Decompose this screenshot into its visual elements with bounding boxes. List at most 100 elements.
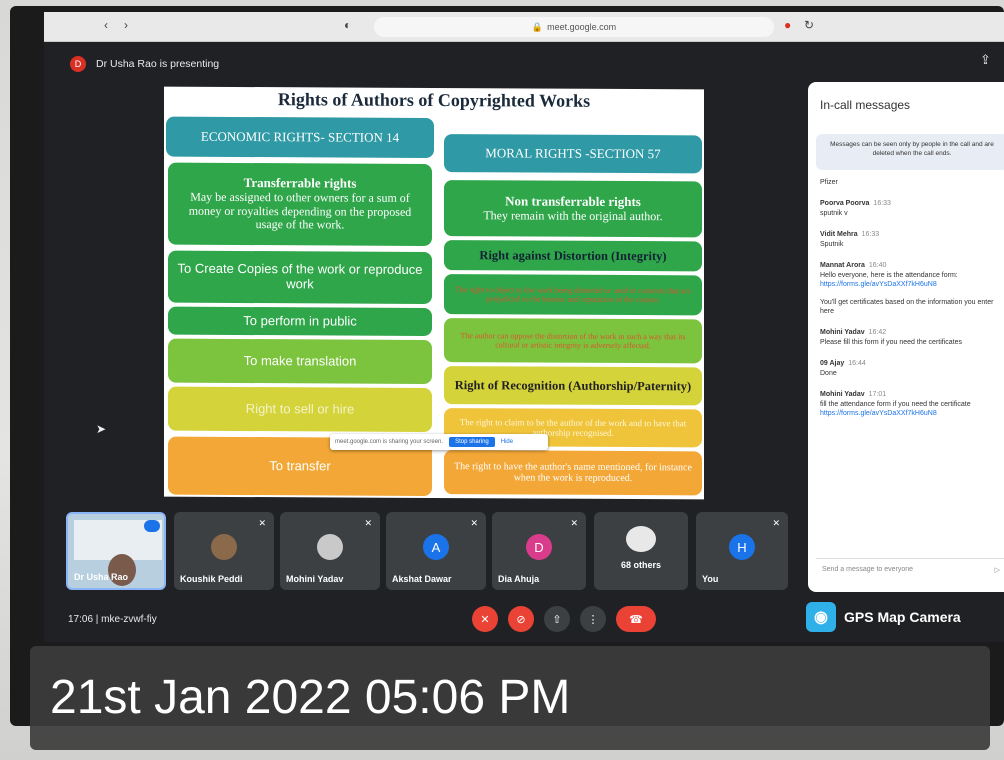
in-call-messages-panel: In-call messages Messages can be seen on…: [808, 82, 1004, 592]
list-item: 09 Ajay 16:44 Done: [820, 359, 1004, 378]
presenter-avatar: D: [70, 56, 86, 72]
avatar: D: [526, 534, 552, 560]
transferable-body: May be assigned to other owners for a su…: [188, 189, 412, 232]
meeting-info: 17:06 | mke-zvwf-fiy: [68, 614, 157, 625]
list-item: Vidit Mehra 16:33 Sputnik: [820, 230, 1004, 249]
message-text: fill the attendance form if you need the…: [820, 400, 971, 408]
message-time: 16:40: [868, 262, 887, 270]
avatar: H: [729, 534, 755, 560]
transferable-title: Transferrable rights: [243, 174, 357, 191]
screen: ‹ › ◐ 🔒 meet.google.com ● ↻ D Dr Usha Ra…: [44, 12, 1004, 642]
tile-name: Akshat Dawar: [392, 574, 452, 584]
list-item: Mohini Yadav 17:01 fill the attendance fo…: [820, 390, 1004, 418]
end-call-button[interactable]: ☎: [616, 606, 656, 632]
recognition-body2-box: The right to have the author's name ment…: [444, 450, 702, 496]
messages-info-note: Messages can be seen only by people in t…: [816, 134, 1004, 170]
message-input-placeholder: Send a message to everyone: [822, 566, 914, 573]
message-text: Done: [820, 369, 837, 377]
back-icon[interactable]: ‹: [104, 18, 108, 32]
timestamp-text: 21st Jan 2022 05:06 PM: [50, 671, 571, 724]
participant-tile[interactable]: ✕ D Dia Ahuja: [492, 512, 586, 590]
panel-title: In-call messages: [820, 98, 911, 112]
presenter-tile[interactable]: Dr Usha Rao: [66, 512, 166, 590]
perform-box: To perform in public: [168, 306, 432, 336]
share-icon[interactable]: ⇪: [980, 52, 991, 68]
message-link[interactable]: https://forms.gle/avYsDaXXf7kH6uN8: [820, 280, 1004, 289]
slide-title: Rights of Authors of Copyrighted Works: [277, 89, 591, 111]
speaking-icon: [144, 520, 160, 532]
stop-sharing-button[interactable]: Stop sharing: [449, 437, 495, 447]
present-button[interactable]: ⇧: [544, 606, 570, 632]
tile-name: Mohini Yadav: [286, 574, 344, 584]
tile-name: Dia Ahuja: [498, 574, 540, 584]
participant-tile[interactable]: ✕ Koushik Peddi: [174, 512, 274, 590]
message-time: 16:44: [848, 360, 866, 368]
nontransfer-body: They remain with the original author.: [483, 207, 663, 223]
gps-camera-icon: ◉: [806, 602, 836, 632]
nontransfer-title: Non transferrable rights: [505, 192, 641, 209]
message-list[interactable]: Pfizer Poorva Poorva 16:33 sputnik v Vidi…: [820, 178, 1004, 430]
avatar: [317, 534, 343, 560]
gps-watermark: ◉ GPS Map Camera: [806, 602, 961, 632]
list-item: Pfizer: [820, 178, 1004, 187]
avatar: [211, 534, 237, 560]
mic-off-icon: ✕: [470, 518, 478, 528]
self-tile[interactable]: ✕ H You: [696, 512, 788, 590]
screen-share-notice: meet.google.com is sharing your screen. …: [330, 434, 548, 450]
reload-icon[interactable]: ↻: [804, 18, 814, 32]
message-text: Please fill this form if you need the ce…: [820, 338, 963, 346]
more-options-button[interactable]: ⋮: [580, 606, 606, 632]
avatar: A: [423, 534, 449, 560]
mouse-cursor-icon: ➤: [96, 422, 107, 436]
mic-off-icon: ✕: [258, 518, 266, 528]
translation-box: To make translation: [168, 338, 432, 384]
address-bar[interactable]: 🔒 meet.google.com: [374, 17, 774, 37]
message-sender: 09 Ajay: [820, 360, 845, 368]
send-icon[interactable]: ▷: [995, 566, 1000, 574]
tile-name: Koushik Peddi: [180, 574, 243, 584]
presenting-text: Dr Usha Rao is presenting: [96, 58, 220, 70]
economic-rights-header: ECONOMIC RIGHTS- SECTION 14: [166, 116, 434, 158]
distortion-body1: The right to object to the work being di…: [455, 284, 691, 305]
message-sender: Mohini Yadav: [820, 329, 865, 337]
message-text: Sputnik: [820, 240, 844, 248]
recording-dot-icon: ●: [784, 18, 792, 32]
message-text-extra: You'll get certificates based on the inf…: [820, 298, 994, 315]
share-notice-text: meet.google.com is sharing your screen.: [335, 439, 444, 445]
participant-tile[interactable]: ✕ Mohini Yadav: [280, 512, 380, 590]
presenting-banner: D Dr Usha Rao is presenting: [70, 56, 219, 72]
message-sender: Poorva Poorva: [820, 200, 870, 208]
shield-icon: ◐: [344, 18, 352, 32]
sell-box: Right to sell or hire: [168, 386, 432, 432]
browser-toolbar: ‹ › ◐ 🔒 meet.google.com ● ↻: [44, 12, 1004, 42]
mic-toggle-button[interactable]: ✕: [472, 606, 498, 632]
forward-icon[interactable]: ›: [124, 18, 128, 32]
message-link[interactable]: https://forms.gle/avYsDaXXf7kH6uN8: [820, 409, 1004, 418]
hide-button[interactable]: Hide: [501, 439, 513, 445]
gps-label: GPS Map Camera: [844, 609, 961, 625]
lock-icon: 🔒: [531, 21, 544, 32]
moral-rights-header: MORAL RIGHTS -SECTION 57: [444, 134, 702, 174]
message-time: 17:01: [868, 391, 887, 399]
message-sender: Mohini Yadav: [820, 391, 865, 399]
participant-tile[interactable]: ✕ A Akshat Dawar: [386, 512, 486, 590]
message-sender: Mannat Arora: [820, 262, 865, 270]
camera-toggle-button[interactable]: ⊘: [508, 606, 534, 632]
mic-off-icon: ✕: [364, 518, 372, 528]
tile-name: You: [702, 574, 719, 584]
message-input[interactable]: Send a message to everyone ▷: [816, 558, 1004, 580]
distortion-body2: The author can oppose the distortion of …: [460, 330, 686, 351]
copies-box: To Create Copies of the work or reproduc…: [168, 250, 432, 304]
message-text: sputnik v: [820, 209, 848, 217]
list-item: Mannat Arora 16:40 Hello everyone, here i…: [820, 261, 1004, 316]
distortion-title-box: Right against Distortion (Integrity): [444, 240, 702, 272]
distortion-body1-box: The right to object to the work being di…: [444, 274, 702, 316]
list-item: Poorva Poorva 16:33 sputnik v: [820, 199, 1004, 218]
message-text: Hello everyone, here is the attendance f…: [820, 271, 958, 279]
others-tile[interactable]: 68 others: [594, 512, 688, 590]
tile-name: 68 others: [620, 560, 662, 570]
tile-name: Dr Usha Rao: [74, 572, 129, 582]
avatars-group-icon: [626, 526, 656, 552]
timestamp-overlay: 21st Jan 2022 05:06 PM: [30, 646, 990, 750]
message-time: 16:33: [861, 231, 880, 239]
